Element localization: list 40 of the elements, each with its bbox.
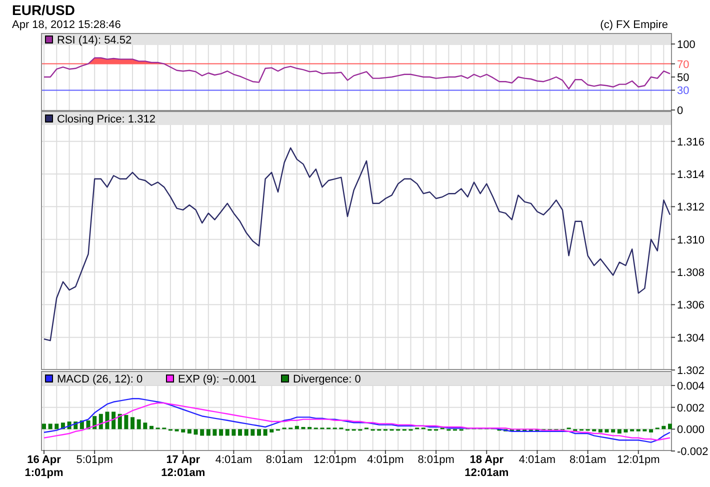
axis-label: 1.312 — [677, 202, 705, 214]
time-label: 4:01am — [518, 454, 556, 466]
legend-label: MACD (26, 12): 0 — [57, 374, 143, 386]
timestamp: Apr 18, 2012 15:28:46 — [12, 18, 121, 32]
axis-label: 0.000 — [677, 424, 705, 436]
time-label: 8:01pm — [418, 454, 454, 466]
legend-label: EXP (9): −0.001 — [178, 374, 256, 386]
axis-label: 1.308 — [677, 267, 705, 279]
legend-label: RSI (14): 54.52 — [57, 34, 132, 46]
time-label: 16 Apr — [27, 454, 61, 466]
axis-label: 1.316 — [677, 136, 705, 148]
legend-label: Closing Price: 1.312 — [57, 114, 156, 126]
time-label: 8:01am — [266, 454, 303, 466]
axis-label: 1.306 — [677, 300, 705, 312]
time-label: 12:01pm — [313, 454, 356, 466]
time-label: 17 Apr — [166, 454, 200, 466]
time-label: 5:01pm — [76, 454, 113, 466]
time-label: 4:01pm — [367, 454, 404, 466]
axis-label: 1.310 — [677, 234, 705, 246]
chart-title: EUR/USD — [12, 2, 76, 18]
copyright-notice: (c) FX Empire — [600, 18, 668, 32]
axis-label: 0 — [677, 105, 684, 117]
time-label: 1:01pm — [24, 467, 64, 479]
axis-label: -0.002 — [677, 446, 708, 458]
axis-label: 0.004 — [677, 380, 705, 392]
time-label: 12:01am — [464, 467, 509, 479]
axis-label: 50 — [677, 72, 690, 84]
axis-label: 70 — [677, 58, 690, 71]
time-label: 4:01am — [215, 454, 252, 466]
time-label: 18 Apr — [470, 454, 504, 466]
axis-label: 100 — [677, 39, 696, 51]
time-label: 12:01am — [161, 467, 206, 479]
time-label: 12:01pm — [616, 454, 660, 466]
time-label: 8:01am — [569, 454, 606, 466]
axis-label: 0.002 — [677, 402, 705, 414]
legend-label: Divergence: 0 — [293, 374, 361, 386]
axis-label: 30 — [677, 85, 690, 98]
axis-label: 1.314 — [677, 169, 705, 181]
axis-label: 1.302 — [677, 365, 705, 377]
axis-label: 1.304 — [677, 332, 705, 344]
